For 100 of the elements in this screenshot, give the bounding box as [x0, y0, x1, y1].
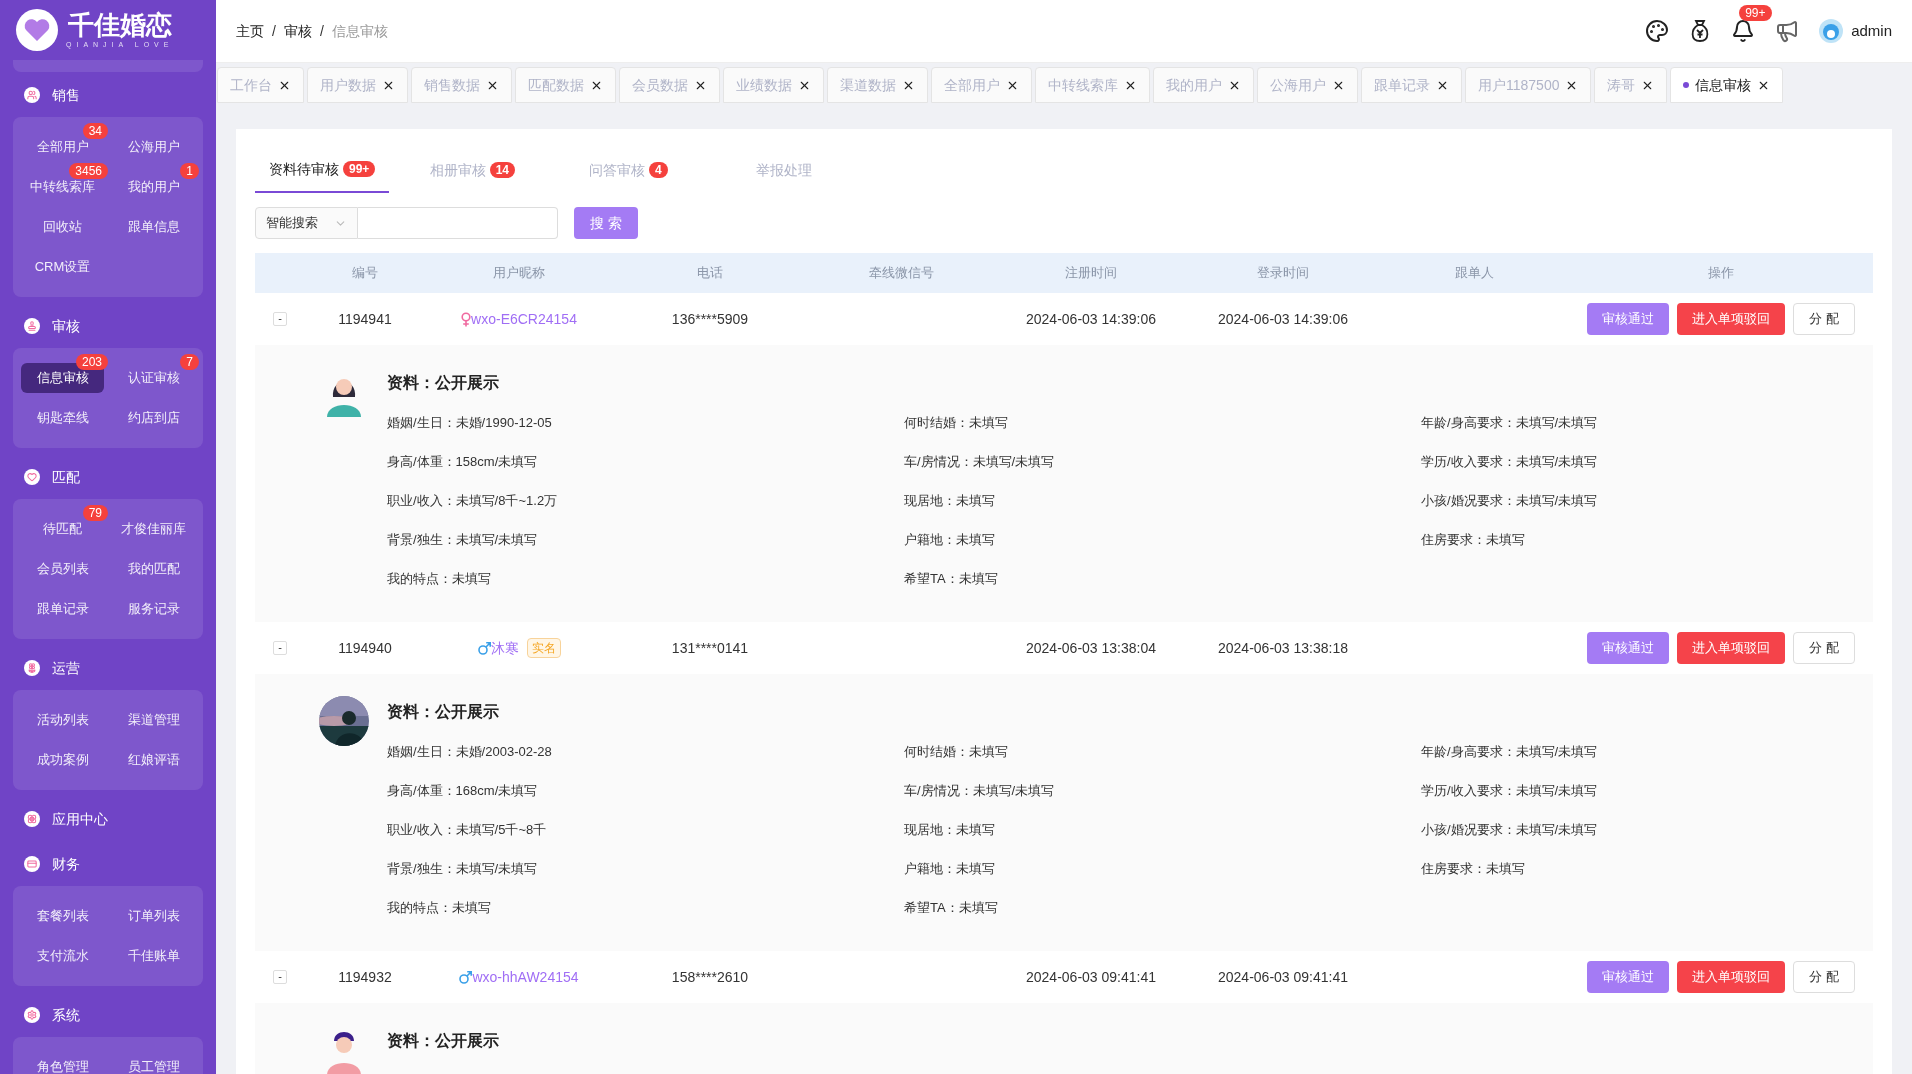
detail-field: 希望TA：未填写: [904, 559, 1421, 598]
menu-item[interactable]: 活动列表: [21, 705, 104, 735]
detail-field: 学历/收入要求：未填写/未填写: [1421, 771, 1873, 810]
bell-icon[interactable]: [1731, 19, 1756, 43]
breadcrumb-link[interactable]: 审核: [283, 20, 312, 42]
menu-item[interactable]: 我的匹配: [112, 554, 195, 584]
collapse-toggle[interactable]: -: [273, 641, 287, 655]
menu-section-title[interactable]: 审核: [52, 315, 80, 337]
detail-field: 婚姻/生日：未婚/1990-12-05: [387, 403, 904, 442]
search-type-select[interactable]: 智能搜索: [255, 207, 358, 239]
nickname-link[interactable]: wxo-E6CR24154: [471, 308, 577, 330]
assign-button[interactable]: 分 配: [1793, 632, 1855, 664]
count-badge: 79: [82, 505, 108, 521]
stamp-icon: [24, 318, 40, 334]
menu-section-title[interactable]: 匹配: [52, 466, 80, 488]
detail-field: 职业/收入：未填写/8千~1.2万: [387, 481, 904, 520]
nickname-link[interactable]: wxo-hhAW24154: [472, 966, 579, 988]
assign-button[interactable]: 分 配: [1793, 961, 1855, 993]
detail-field: 希望TA：未填写: [904, 888, 1421, 927]
detail-field: 户籍地：未填写: [904, 520, 1421, 559]
menu-item[interactable]: 员工管理: [112, 1052, 195, 1074]
user-name[interactable]: admin: [1851, 19, 1892, 43]
logo-title: 千佳婚恋: [67, 10, 172, 40]
reject-button[interactable]: 进入单项驳回: [1677, 632, 1786, 664]
menu-item[interactable]: 跟单记录: [21, 594, 104, 624]
menu-section-title[interactable]: 运营: [52, 657, 80, 679]
menu-item[interactable]: 会员列表: [21, 554, 104, 584]
palette-icon[interactable]: [1645, 19, 1670, 43]
count-badge: 34: [82, 123, 108, 139]
menu-item[interactable]: 才俊佳丽库: [112, 514, 195, 544]
detail-field: 婚姻/生日：未婚/2003-02-28: [387, 732, 904, 771]
page-tab[interactable]: 信息审核: [1670, 67, 1784, 103]
menu-item[interactable]: 成功案例: [21, 745, 104, 775]
collapse-toggle[interactable]: -: [273, 970, 287, 984]
column-header: 电话: [696, 264, 724, 283]
detail-field: 年龄/身高要求：未填写/未填写: [1421, 732, 1873, 771]
column-header: 注册时间: [1064, 264, 1118, 283]
menu-item[interactable]: 订单列表: [112, 901, 195, 931]
table-cell-text: 2024-06-03 14:39:06: [1025, 309, 1157, 329]
menu-item[interactable]: 公海用户: [112, 132, 195, 162]
detail-field: 身高/体重：168cm/未填写: [387, 771, 904, 810]
column-header: 操作: [1707, 264, 1735, 283]
flower-icon: [24, 660, 40, 676]
breadcrumb-link[interactable]: 主页: [236, 20, 264, 42]
menu-section-title[interactable]: 财务: [52, 853, 80, 875]
menu-item[interactable]: 红娘评语: [112, 745, 195, 775]
users-icon: [24, 87, 40, 103]
nickname-link[interactable]: 沐寒: [490, 637, 519, 659]
column-header: 跟单人: [1453, 264, 1495, 283]
detail-title: 资料：公开展示: [387, 1031, 500, 1051]
menu-item[interactable]: 千佳账单: [112, 941, 195, 971]
menu-section-title[interactable]: 销售: [52, 84, 80, 106]
breadcrumb-current: 信息审核: [331, 21, 388, 41]
detail-field: 年龄/身高要求：未填写/未填写: [1421, 403, 1873, 442]
menu-item[interactable]: 约店到店: [112, 403, 195, 433]
column-header: 登录时间: [1256, 264, 1310, 283]
menu-item[interactable]: 服务记录: [112, 594, 195, 624]
breadcrumb-separator: /: [272, 21, 276, 41]
search-button[interactable]: 搜 索: [574, 207, 638, 239]
menu-item[interactable]: 回收站: [21, 212, 104, 242]
detail-field: 小孩/婚况要求：未填写/未填写: [1421, 481, 1873, 520]
detail-title: 资料：公开展示: [387, 373, 500, 393]
menu-item[interactable]: 跟单信息: [112, 212, 195, 242]
logo-icon: [16, 9, 58, 51]
menu-item[interactable]: 渠道管理: [112, 705, 195, 735]
table-cell-text: 2024-06-03 14:39:06: [1217, 309, 1349, 329]
assign-button[interactable]: 分 配: [1793, 303, 1855, 335]
flower-icon: [24, 811, 40, 827]
count-badge: 14: [489, 162, 516, 178]
detail-field: 学历/收入要求：未填写/未填写: [1421, 442, 1873, 481]
megaphone-icon[interactable]: [1775, 19, 1800, 43]
menu-item[interactable]: 角色管理: [21, 1052, 104, 1074]
menu-item[interactable]: 套餐列表: [21, 901, 104, 931]
menu-item[interactable]: 支付流水: [21, 941, 104, 971]
count-badge: 99+: [1739, 5, 1772, 21]
reject-button[interactable]: 进入单项驳回: [1677, 303, 1786, 335]
menu-item[interactable]: 钥匙牵线: [21, 403, 104, 433]
review-tab[interactable]: 问答审核 4: [555, 147, 702, 193]
reject-button[interactable]: 进入单项驳回: [1677, 961, 1786, 993]
approve-button[interactable]: 审核通过: [1587, 961, 1670, 993]
collapse-toggle[interactable]: -: [273, 312, 287, 326]
menu-section-title[interactable]: 应用中心: [52, 808, 108, 830]
review-tab[interactable]: 资料待审核 99+: [255, 147, 390, 193]
table-cell-text: 131****0141: [670, 638, 750, 658]
column-header: 用户昵称: [492, 264, 546, 283]
settings-icon: [24, 1007, 40, 1023]
search-field[interactable]: [358, 207, 558, 239]
table-cell-text: 2024-06-03 09:41:41: [1025, 967, 1157, 987]
menu-section-title[interactable]: 系统: [52, 1004, 80, 1026]
detail-field: 何时结婚：未填写: [904, 732, 1421, 771]
approve-button[interactable]: 审核通过: [1587, 303, 1670, 335]
menu-item[interactable]: CRM设置: [21, 252, 104, 282]
table-cell-text: 158****2610: [670, 967, 750, 987]
avatar-icon[interactable]: [1819, 19, 1844, 43]
approve-button[interactable]: 审核通过: [1587, 632, 1670, 664]
table-cell-text: 136****5909: [670, 309, 750, 329]
count-badge: 203: [75, 354, 108, 370]
review-tab[interactable]: 相册审核 14: [399, 147, 546, 193]
detail-field: 户籍地：未填写: [904, 849, 1421, 888]
table-cell-text: 1194941: [337, 309, 393, 329]
